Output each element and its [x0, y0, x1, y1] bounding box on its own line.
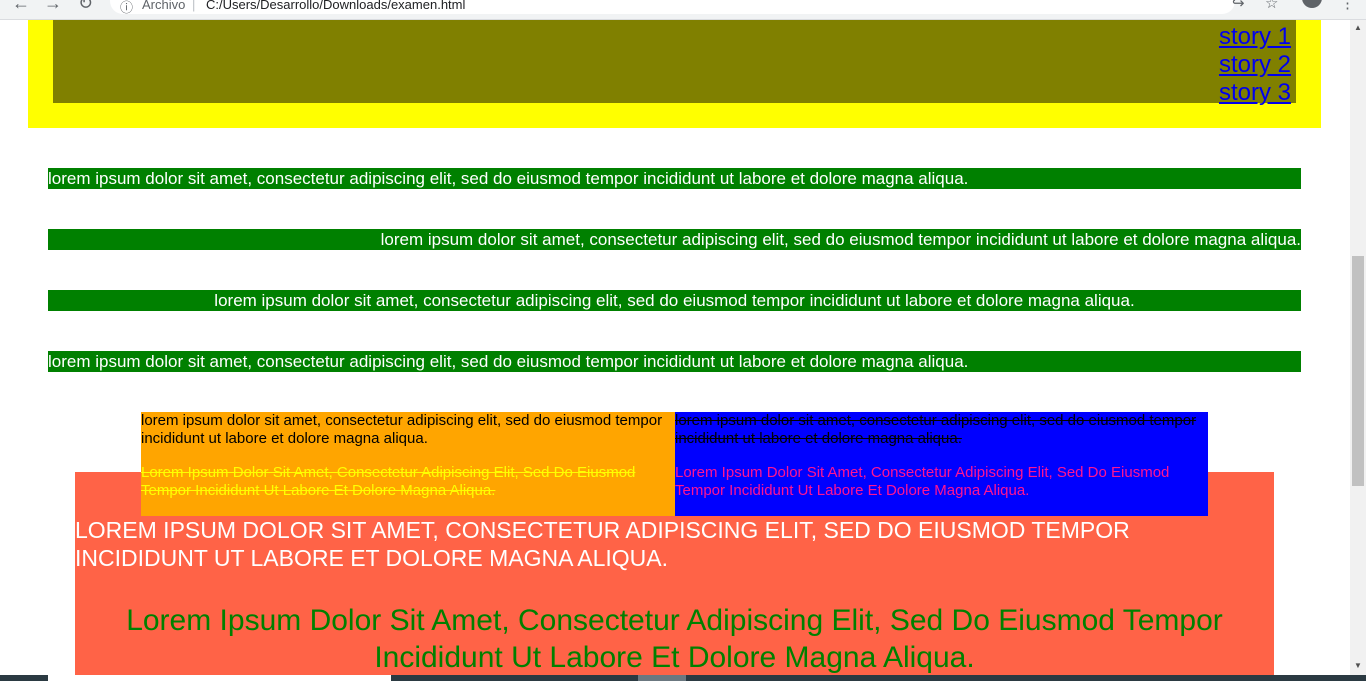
- page-viewport: story 1 story 2 story 3 lorem ipsum dolo…: [0, 20, 1350, 675]
- scroll-down-arrow-icon[interactable]: ▼: [1354, 661, 1362, 670]
- taskbar-strip: [0, 675, 1366, 681]
- story-link-3[interactable]: story 3: [1219, 79, 1291, 107]
- header-band: story 1 story 2 story 3: [28, 20, 1321, 128]
- story-link-1[interactable]: story 1: [1219, 23, 1291, 51]
- blue-box: lorem ipsum dolor sit amet, consectetur …: [675, 412, 1208, 516]
- paragraph-center-aligned: lorem ipsum dolor sit amet, consectetur …: [48, 290, 1301, 311]
- taskbar-light-segment: [48, 675, 391, 681]
- orange-box-strikethrough-text: lorem ipsum dolor sit amet, consectetur …: [141, 464, 636, 499]
- capitalized-paragraph: lorem ipsum dolor sit amet, consectetur …: [126, 604, 1223, 674]
- address-label: Archivo: [142, 0, 186, 12]
- profile-avatar[interactable]: [1302, 0, 1322, 8]
- vertical-scrollbar-thumb[interactable]: [1352, 256, 1364, 486]
- forward-icon[interactable]: →: [44, 0, 62, 14]
- reload-icon[interactable]: ↻: [78, 0, 93, 14]
- story-link-2[interactable]: story 2: [1219, 51, 1291, 79]
- scroll-up-arrow-icon[interactable]: ▲: [1354, 23, 1362, 32]
- paragraph-justified: lorem ipsum dolor sit amet, consectetur …: [48, 351, 1301, 372]
- share-icon[interactable]: ↪: [1232, 0, 1245, 12]
- site-info-icon[interactable]: ⓘ: [120, 0, 133, 16]
- paragraph-right-aligned: lorem ipsum dolor sit amet, consectetur …: [48, 229, 1301, 250]
- taskbar-active-segment[interactable]: [638, 675, 686, 681]
- story-links: story 1 story 2 story 3: [1219, 23, 1291, 107]
- address-url[interactable]: C:/Users/Desarrollo/Downloads/examen.htm…: [206, 0, 465, 12]
- blue-box-strikethrough-text: lorem ipsum dolor sit amet, consectetur …: [675, 412, 1197, 447]
- address-bar[interactable]: ⓘ Archivo | C:/Users/Desarrollo/Download…: [110, 0, 1235, 16]
- star-icon[interactable]: ☆: [1265, 0, 1278, 12]
- vertical-scrollbar[interactable]: ▲ ▼: [1350, 20, 1366, 675]
- orange-box-text: lorem ipsum dolor sit amet, consectetur …: [141, 412, 663, 447]
- menu-icon[interactable]: ⋮: [1340, 0, 1355, 12]
- header-inner: story 1 story 2 story 3: [53, 20, 1296, 106]
- uppercase-paragraph: lorem ipsum dolor sit amet, consectetur …: [75, 517, 1130, 571]
- orange-box: lorem ipsum dolor sit amet, consectetur …: [141, 412, 675, 516]
- back-icon[interactable]: ←: [12, 0, 30, 14]
- paragraph-left-aligned: lorem ipsum dolor sit amet, consectetur …: [48, 168, 1301, 189]
- address-separator: |: [192, 0, 196, 12]
- browser-toolbar: ← → ↻ ⓘ Archivo | C:/Users/Desarrollo/Do…: [0, 0, 1366, 20]
- blue-box-pink-text: lorem ipsum dolor sit amet, consectetur …: [675, 464, 1170, 499]
